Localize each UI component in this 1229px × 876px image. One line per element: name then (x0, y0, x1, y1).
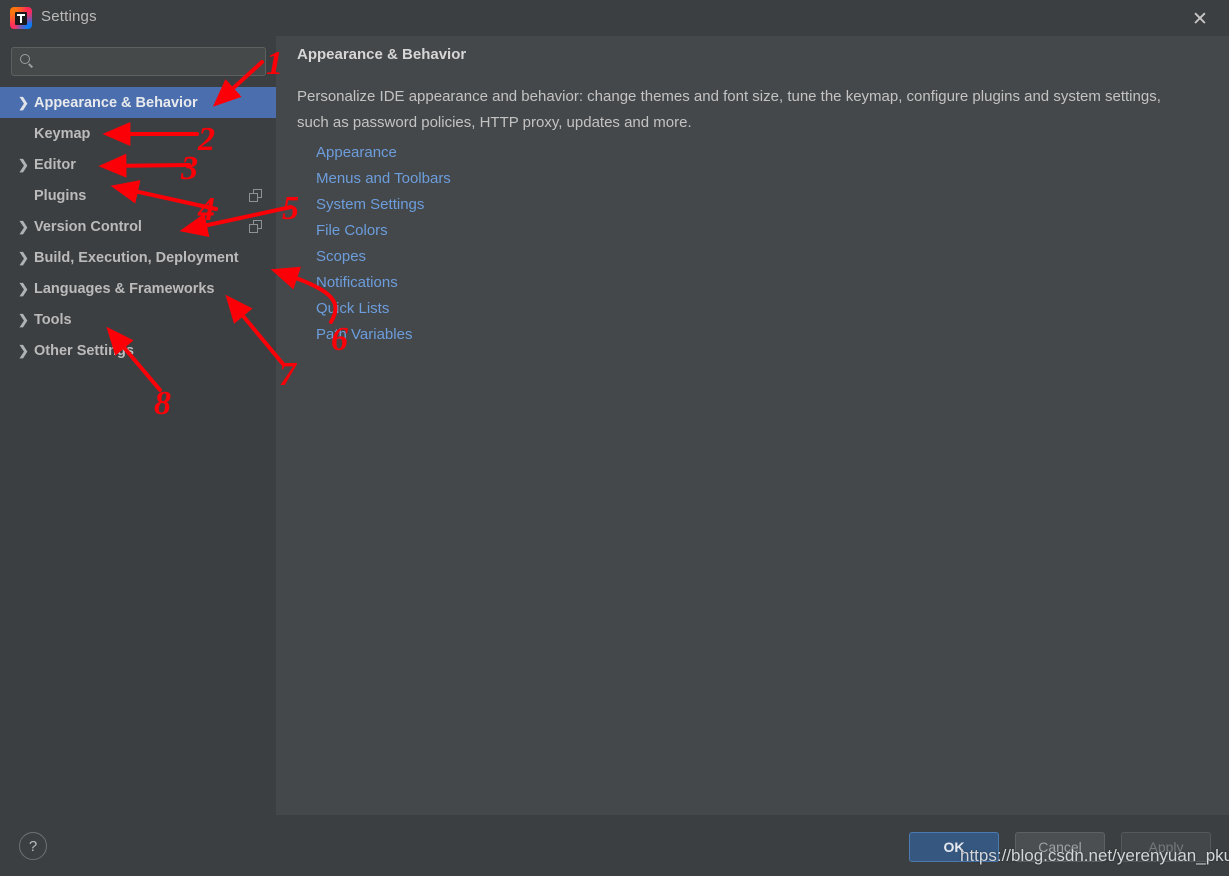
sidebar-item-label: Build, Execution, Deployment (34, 249, 239, 266)
copy-icon[interactable] (249, 189, 262, 202)
annotation-number-5: 5 (282, 190, 299, 227)
settings-link-notifications[interactable]: Notifications (316, 270, 451, 296)
settings-link-system-settings[interactable]: System Settings (316, 192, 451, 218)
settings-content-panel: Appearance & Behavior Personalize IDE ap… (276, 36, 1229, 815)
sidebar-item-label: Other Settings (34, 342, 134, 359)
sidebar-item-label: Appearance & Behavior (34, 94, 198, 111)
annotation-number-3: 3 (181, 150, 198, 187)
settings-tree: ❯Appearance & Behavior❯Keymap❯Editor❯Plu… (0, 87, 276, 366)
watermark-text: https://blog.csdn.net/yerenyuan_pku (960, 846, 1229, 865)
sidebar-item-other-settings[interactable]: ❯ Other Settings (0, 335, 276, 366)
sidebar-item-label: Plugins (34, 187, 87, 204)
sidebar-item-editor[interactable]: ❯ Editor (0, 149, 276, 180)
settings-link-quick-lists[interactable]: Quick Lists (316, 296, 451, 322)
annotation-number-1: 1 (266, 45, 283, 82)
help-button[interactable]: ? (19, 832, 47, 860)
sidebar-item-keymap[interactable]: ❯Keymap (0, 118, 276, 149)
sidebar-item-build-execution-deployment[interactable]: ❯ Build, Execution, Deployment (0, 242, 276, 273)
sidebar-item-label: Editor (34, 156, 76, 173)
sidebar-item-tools[interactable]: ❯ Tools (0, 304, 276, 335)
title-bar: Settings ✕ (0, 0, 1229, 36)
settings-link-list: Appearance Menus and Toolbars System Setti… (316, 140, 451, 348)
annotation-number-7: 7 (279, 356, 296, 393)
sidebar-item-version-control[interactable]: ❯ Version Control (0, 211, 276, 242)
chevron-right-icon[interactable]: ❯ (18, 220, 34, 233)
window-title: Settings (41, 8, 97, 25)
annotation-number-2: 2 (198, 121, 215, 158)
close-icon[interactable]: ✕ (1185, 5, 1215, 33)
search-icon (20, 54, 34, 68)
search-box[interactable] (11, 47, 266, 76)
sidebar-item-label: Languages & Frameworks (34, 280, 215, 297)
chevron-right-icon[interactable]: ❯ (18, 344, 34, 357)
sidebar-item-appearance-behavior[interactable]: ❯ Appearance & Behavior (0, 87, 276, 118)
sidebar-item-languages-frameworks[interactable]: ❯ Languages & Frameworks (0, 273, 276, 304)
settings-link-appearance[interactable]: Appearance (316, 140, 451, 166)
annotation-number-8: 8 (154, 385, 171, 422)
search-field-wrapper (11, 47, 266, 76)
annotation-number-4: 4 (198, 191, 215, 228)
settings-sidebar: ❯Appearance & Behavior❯Keymap❯Editor❯Plu… (0, 36, 276, 815)
copy-icon[interactable] (249, 220, 262, 233)
chevron-right-icon[interactable]: ❯ (18, 251, 34, 264)
chevron-right-icon[interactable]: ❯ (18, 282, 34, 295)
settings-link-menus-and-toolbars[interactable]: Menus and Toolbars (316, 166, 451, 192)
sidebar-item-label: Tools (34, 311, 72, 328)
chevron-right-icon[interactable]: ❯ (18, 158, 34, 171)
search-input[interactable] (42, 54, 254, 69)
annotation-number-6: 6 (331, 321, 348, 358)
page-title: Appearance & Behavior (297, 46, 467, 63)
settings-link-file-colors[interactable]: File Colors (316, 218, 451, 244)
settings-dialog: Settings ✕ ❯Appearance & Behavior❯Keymap… (0, 0, 1229, 876)
sidebar-item-label: Keymap (34, 125, 91, 142)
chevron-right-icon[interactable]: ❯ (18, 96, 34, 109)
page-description: Personalize IDE appearance and behavior:… (297, 88, 1161, 131)
intellij-idea-logo-icon (10, 7, 32, 29)
sidebar-item-plugins[interactable]: ❯Plugins (0, 180, 276, 211)
sidebar-item-label: Version Control (34, 218, 142, 235)
chevron-right-icon[interactable]: ❯ (18, 313, 34, 326)
settings-link-scopes[interactable]: Scopes (316, 244, 451, 270)
